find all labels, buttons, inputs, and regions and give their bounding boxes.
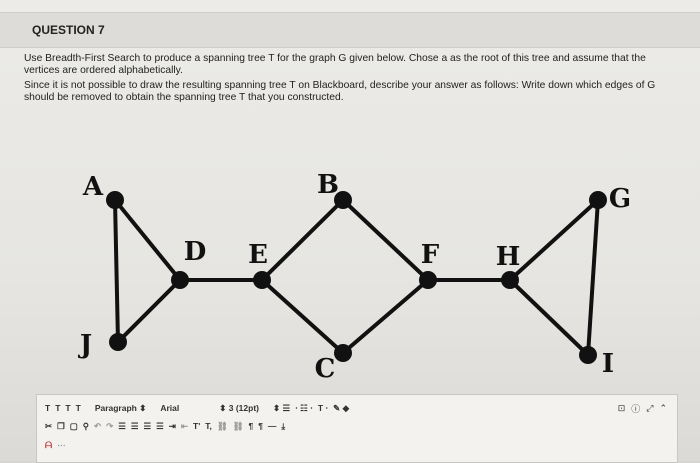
question-title: QUESTION 7 [32, 23, 105, 37]
graph-edge-d-j [116, 278, 182, 344]
bold-text-button[interactable]: T [45, 403, 50, 413]
graph-label-a: A [82, 172, 104, 202]
graph-edge-e-b [260, 198, 345, 282]
text-color-button[interactable]: T ⋅ [318, 403, 328, 414]
paragraph-format-select[interactable]: Paragraph ⬍ [95, 403, 147, 414]
graph-edge-b-f [341, 198, 430, 282]
graph-edge-h-i [508, 278, 590, 357]
unlink-icon[interactable]: ⛓ [233, 421, 244, 432]
fullscreen-icon[interactable]: ⤢ [646, 403, 653, 414]
font-family-label: Arial [160, 403, 180, 413]
question-paragraph-2: Since it is not possible to draw the res… [24, 80, 656, 103]
link-icon[interactable]: ⛓ [217, 421, 228, 432]
graph-vertex-c [334, 344, 352, 362]
graph-vertex-f [419, 271, 437, 289]
graph-label-g: G [609, 184, 631, 214]
graph-edge-g-i [586, 198, 600, 357]
graph-vertex-a [106, 191, 124, 209]
mashup-icon[interactable]: ⤓ [281, 421, 285, 432]
question-paragraph-1: Use Breadth-First Search to produce a sp… [24, 53, 646, 76]
select-arrows-icon: ⬍ [139, 402, 147, 413]
paste-icon[interactable]: ▢ [70, 421, 78, 432]
align-justify-icon[interactable]: ☰ [156, 421, 164, 432]
graph-figure: A B C D E F G H I J [78, 170, 631, 384]
graph-vertex-e [253, 271, 271, 289]
bullet-list-button[interactable]: ⬍ ☰ [273, 403, 290, 414]
horizontal-rule-icon[interactable]: — [268, 421, 277, 431]
graph-vertex-g [589, 191, 607, 209]
paragraph-format-label: Paragraph [94, 402, 137, 413]
font-size-select[interactable]: ⬍ 3 (12pt) [219, 403, 259, 414]
font-family-select[interactable]: Arial [160, 403, 179, 413]
question-page: QUESTION 7 Use Breadth-First Search to p… [0, 0, 700, 463]
search-icon[interactable]: ⚲ [83, 421, 89, 432]
info-icon[interactable]: ⓘ [631, 402, 640, 415]
graph-edge-a-d [113, 198, 182, 282]
cut-icon[interactable]: ✂ [45, 421, 52, 432]
graph-edge-e-c [260, 278, 345, 355]
answer-editor[interactable]: T T T T Paragraph ⬍ Arial ⬍ 3 (12pt) ⬍ ☰… [36, 394, 678, 463]
superscript-button[interactable]: T' [193, 421, 200, 431]
more-tools-icon[interactable]: ⋯ [57, 440, 66, 451]
align-right-icon[interactable]: ☰ [144, 421, 152, 432]
graph-vertex-h [501, 271, 519, 289]
graph-edge-a-j [113, 198, 120, 344]
graph-vertex-d [171, 271, 189, 289]
numbered-list-button[interactable]: ⋅ ☷ ⋅ [295, 403, 313, 414]
graph-edge-h-g [508, 198, 600, 282]
undo-icon[interactable]: ↶ [94, 421, 101, 432]
graph-vertex-j [109, 333, 127, 351]
graph-label-i: I [602, 349, 614, 379]
graph-label-b: B [317, 170, 339, 200]
graph-label-j: J [78, 330, 92, 360]
subscript-button[interactable]: T, [205, 421, 212, 431]
font-size-label: 3 (12pt) [228, 402, 259, 413]
graph-label-c: C [315, 354, 336, 384]
graph-label-h: H [496, 242, 521, 272]
toolbar-row-1: T T T T Paragraph ⬍ Arial ⬍ 3 (12pt) ⬍ ☰… [45, 399, 354, 417]
toolbar-right: ⊡ ⓘ ⤢ ⌃ [612, 399, 667, 417]
spellcheck-icon[interactable]: ᗩ [45, 440, 52, 451]
select-arrows-icon: ⬍ [219, 402, 227, 413]
question-header: QUESTION 7 [0, 12, 700, 48]
underline-text-button[interactable]: T [65, 403, 70, 413]
align-left-icon[interactable]: ☰ [118, 421, 126, 432]
graph-vertex-i [579, 346, 597, 364]
question-text: Use Breadth-First Search to produce a sp… [24, 53, 684, 107]
redo-icon[interactable]: ↷ [106, 421, 113, 432]
preview-icon[interactable]: ⊡ [618, 403, 626, 414]
strikethrough-text-button[interactable]: T [76, 403, 81, 413]
ltr-icon[interactable]: ¶ [248, 421, 253, 431]
highlight-pen-icon[interactable]: ✎ ◆ [333, 403, 349, 414]
graph-edge-c-f [341, 278, 430, 355]
italic-text-button[interactable]: T [55, 403, 60, 413]
outdent-icon[interactable]: ⇤ [181, 421, 188, 432]
graph-label-d: D [184, 237, 207, 267]
align-center-icon[interactable]: ☰ [131, 421, 139, 432]
indent-icon[interactable]: ⇥ [169, 421, 176, 432]
copy-icon[interactable]: ❐ [57, 421, 65, 432]
toolbar-row-2: ✂ ❐ ▢ ⚲ ↶ ↷ ☰ ☰ ☰ ☰ ⇥ ⇤ T' T, ⛓ ⛓ ¶ ¶ — … [45, 417, 290, 435]
rtl-icon[interactable]: ¶ [258, 421, 263, 431]
toolbar-row-3: ᗩ ⋯ [45, 436, 71, 454]
graph-label-e: E [248, 240, 268, 270]
collapse-toolbar-icon[interactable]: ⌃ [659, 403, 667, 414]
graph-label-f: F [421, 240, 440, 270]
